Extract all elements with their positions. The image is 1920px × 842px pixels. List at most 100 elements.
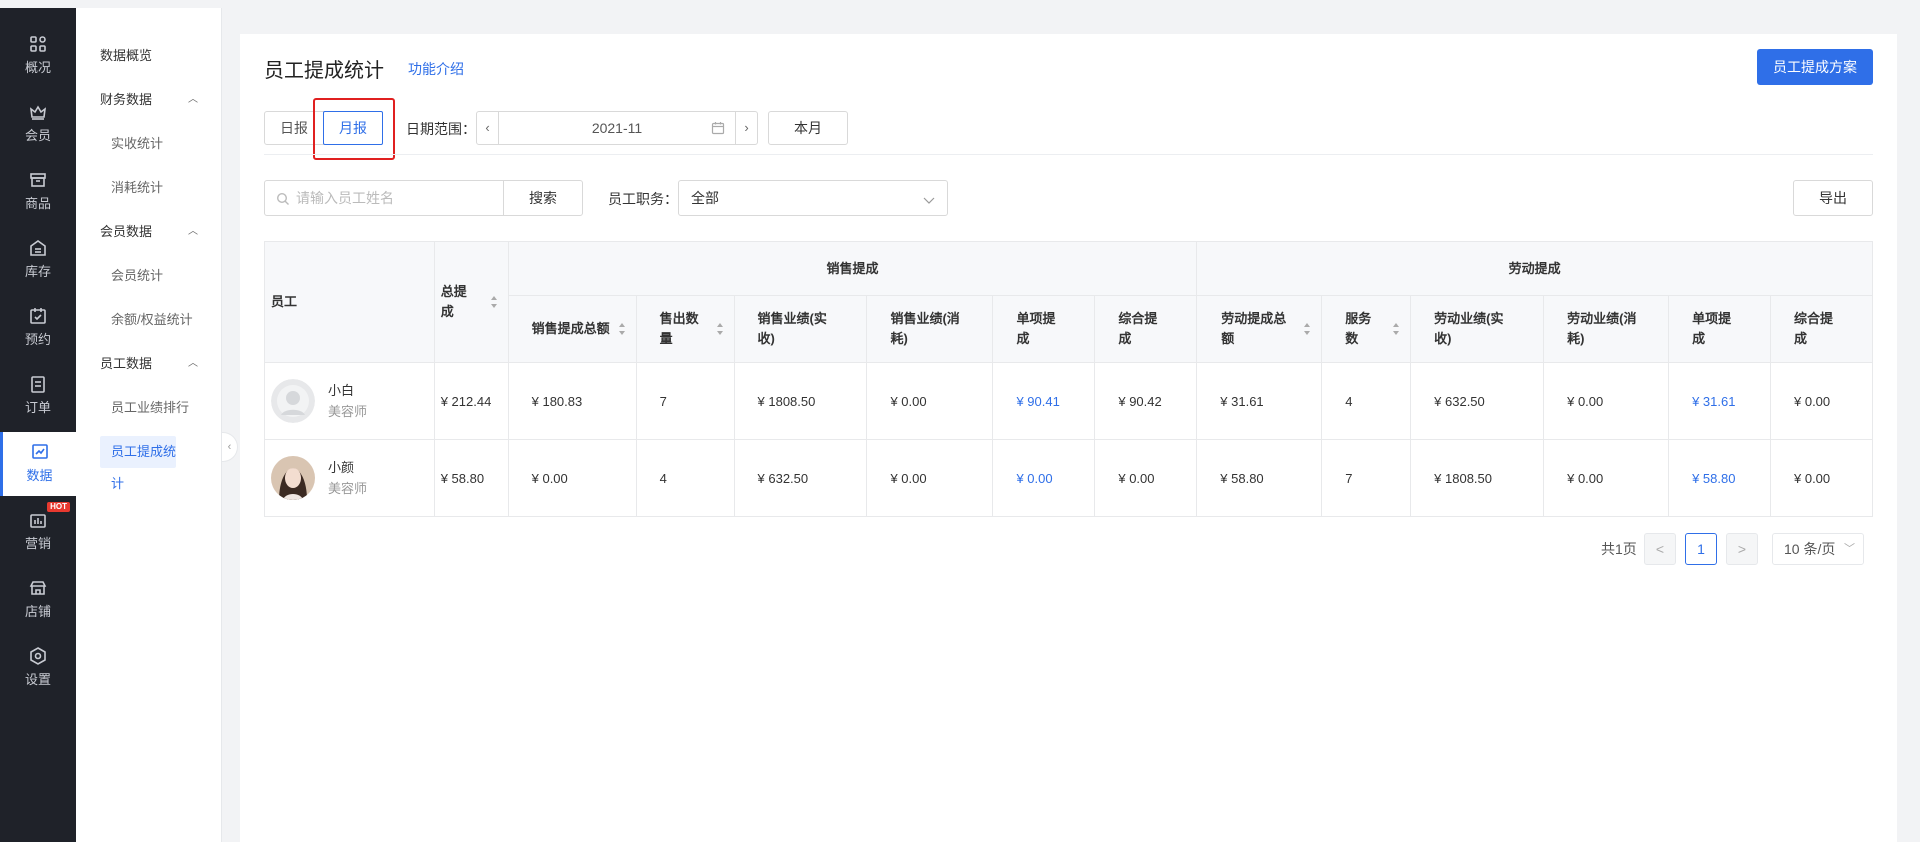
submenu-label: 会员统计 <box>111 268 164 283</box>
month-picker[interactable]: ‹ 2021-11 › <box>476 111 758 145</box>
submenu-label: 员工数据 <box>100 356 153 371</box>
nav-item-marketing[interactable]: HOT 营销 <box>0 500 76 564</box>
chevron-down-icon: ﹀ <box>1844 543 1855 555</box>
labor-single-link[interactable]: ¥ 58.80 <box>1668 439 1771 517</box>
col-label: 综合提成 <box>1118 311 1158 346</box>
nav-item-store[interactable]: 店铺 <box>0 568 76 632</box>
labor-single-link[interactable]: ¥ 31.61 <box>1668 362 1771 440</box>
nav-item-data[interactable]: 数据 <box>0 432 76 496</box>
col-labor-received: 劳动业绩(实收) <box>1410 295 1545 363</box>
nav-label: 订单 <box>24 400 51 415</box>
col-label: 销售业绩(消耗) <box>890 311 960 346</box>
col-sales-received: 销售业绩(实收) <box>733 295 868 363</box>
sales-single-link[interactable]: ¥ 0.00 <box>992 439 1096 517</box>
highlight-box <box>313 98 395 160</box>
submenu-group-finance[interactable]: 财务数据 ︿ <box>76 84 222 116</box>
month-value: 2021-11 <box>591 120 643 136</box>
search-button[interactable]: 搜索 <box>503 180 583 216</box>
cell: 7 <box>635 362 735 440</box>
nav-item-orders[interactable]: 订单 <box>0 364 76 428</box>
submenu-label: 财务数据 <box>100 92 153 107</box>
col-labor-total[interactable]: 劳动提成总额 <box>1196 295 1323 363</box>
page-1-button[interactable]: 1 <box>1685 533 1717 565</box>
employee-cell: 小白 美容师 <box>264 362 435 440</box>
this-month-button[interactable]: 本月 <box>768 111 848 145</box>
nav-item-settings[interactable]: 设置 <box>0 636 76 700</box>
cell: ¥ 180.83 <box>507 362 637 440</box>
chevron-up-icon: ︿ <box>188 94 198 105</box>
table-row: 小白 美容师 ¥ 212.44 ¥ 180.83 7 ¥ 1808.50 ¥ 0.… <box>264 362 1873 440</box>
nav-item-stock[interactable]: 库存 <box>0 228 76 292</box>
submenu-item-staff-commission[interactable]: 员工提成统计 <box>100 436 176 491</box>
cell: ¥ 0.00 <box>866 439 994 517</box>
next-page-button[interactable]: > <box>1726 533 1758 565</box>
col-total[interactable]: 总提成 <box>433 241 509 363</box>
prev-month-icon[interactable]: ‹ <box>477 112 499 144</box>
submenu-label: 数据概览 <box>100 48 153 63</box>
submenu-item-balance-stats[interactable]: 余额/权益统计 <box>76 304 222 336</box>
submenu-item-member-stats[interactable]: 会员统计 <box>76 260 222 292</box>
nav-label: 店铺 <box>24 604 51 619</box>
table-row: 小颜 美容师 ¥ 58.80 ¥ 0.00 4 ¥ 632.50 ¥ 0.00 ¥… <box>264 439 1873 517</box>
collapse-sidebar-button[interactable]: ‹ <box>222 432 238 462</box>
role-label: 员工职务： <box>608 191 678 207</box>
group-labor: 劳动提成 <box>1196 241 1873 296</box>
next-month-icon[interactable]: › <box>735 112 757 144</box>
nav-label: 预约 <box>24 332 51 347</box>
commission-plan-button[interactable]: 员工提成方案 <box>1757 49 1873 85</box>
box-icon <box>28 170 48 190</box>
employee-role: 美容师 <box>328 404 368 419</box>
sort-icon[interactable] <box>1303 322 1311 336</box>
total-cell: ¥ 58.80 <box>433 439 509 517</box>
submenu-data-overview[interactable]: 数据概览 <box>76 40 222 72</box>
sales-single-link[interactable]: ¥ 90.41 <box>992 362 1096 440</box>
marketing-icon <box>28 510 48 530</box>
page-size-select[interactable]: 10 条/页 ﹀ <box>1772 533 1864 565</box>
nav-item-overview[interactable]: 概况 <box>0 24 76 88</box>
col-sales-consumed: 销售业绩(消耗) <box>866 295 994 363</box>
calendar-icon <box>711 121 725 135</box>
nav-label: 库存 <box>24 264 51 279</box>
search-icon <box>276 192 290 206</box>
submenu-item-staff-ranking[interactable]: 员工业绩排行 <box>76 392 222 424</box>
submenu-label: 实收统计 <box>111 136 164 151</box>
sub-menu: 数据概览 财务数据 ︿ 实收统计 消耗统计 会员数据 ︿ 会员统计 余额/权益统计 … <box>76 8 222 842</box>
employee-search-input[interactable]: 请输入员工姓名 <box>264 180 504 216</box>
role-value: 全部 <box>691 190 719 206</box>
col-sales-total[interactable]: 销售提成总额 <box>507 295 637 363</box>
intro-link[interactable]: 功能介绍 <box>408 59 464 79</box>
page-count: 共1页 <box>1601 541 1637 557</box>
main-panel: 员工提成统计 功能介绍 员工提成方案 日报 月报 日期范围： ‹ 2021-11… <box>240 34 1897 842</box>
col-employee: 员工 <box>264 241 435 363</box>
cell: ¥ 0.00 <box>1543 362 1670 440</box>
page-size-value: 10 条/页 <box>1784 541 1836 557</box>
sort-icon[interactable] <box>1392 322 1400 336</box>
role-select[interactable]: 全部 <box>678 180 948 216</box>
cell: ¥ 0.00 <box>507 439 637 517</box>
submenu-item-received[interactable]: 实收统计 <box>76 128 222 160</box>
calendar-check-icon <box>28 306 48 326</box>
submenu-group-member[interactable]: 会员数据 ︿ <box>76 216 222 248</box>
cell: ¥ 0.00 <box>1543 439 1670 517</box>
submenu-item-consumption[interactable]: 消耗统计 <box>76 172 222 204</box>
sort-icon[interactable] <box>618 322 626 336</box>
nav-label: 设置 <box>24 672 51 687</box>
col-label: 销售提成总额 <box>531 321 610 336</box>
nav-item-goods[interactable]: 商品 <box>0 160 76 224</box>
nav-item-member[interactable]: 会员 <box>0 92 76 156</box>
divider <box>264 154 1873 155</box>
chevron-left-icon: ‹ <box>227 441 232 453</box>
sort-icon[interactable] <box>490 295 498 309</box>
export-button[interactable]: 导出 <box>1793 180 1873 216</box>
col-label: 综合提成 <box>1794 311 1834 346</box>
chevron-up-icon: ︿ <box>188 226 198 237</box>
submenu-group-staff[interactable]: 员工数据 ︿ <box>76 348 222 380</box>
cell: ¥ 1808.50 <box>1410 439 1545 517</box>
col-sold-qty[interactable]: 售出数量 <box>635 295 735 363</box>
sort-icon[interactable] <box>716 322 724 336</box>
col-labor-combined: 综合提成 <box>1770 295 1873 363</box>
nav-item-booking[interactable]: 预约 <box>0 296 76 360</box>
submenu-label: 余额/权益统计 <box>111 312 193 327</box>
prev-page-button[interactable]: < <box>1644 533 1676 565</box>
col-service-count[interactable]: 服务数 <box>1321 295 1412 363</box>
